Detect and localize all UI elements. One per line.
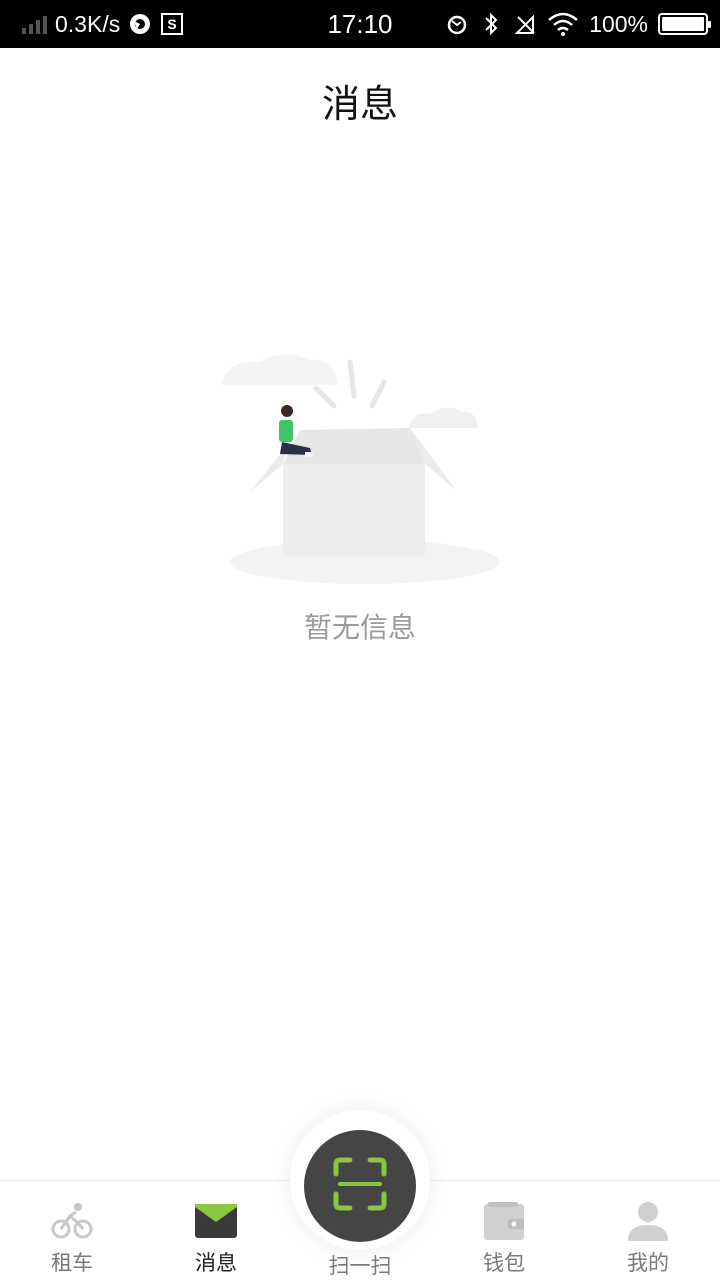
scan-icon (332, 1156, 388, 1216)
battery-icon (658, 13, 708, 35)
tab-label: 钱包 (483, 1247, 525, 1277)
tab-wallet[interactable]: 钱包 (432, 1181, 576, 1281)
bike-icon (50, 1199, 94, 1243)
scan-label: 扫一扫 (329, 1250, 392, 1280)
status-bar: 0.3K/s S 17:10 100% (0, 0, 720, 48)
no-sim-icon (513, 12, 537, 36)
tab-profile[interactable]: 我的 (576, 1181, 720, 1281)
net-speed: 0.3K/s (55, 11, 120, 38)
wallet-icon (482, 1199, 526, 1243)
battery-percent: 100% (589, 11, 648, 38)
tab-label: 消息 (195, 1247, 237, 1277)
signal-icon (22, 14, 47, 34)
empty-state-message: 暂无信息 (0, 606, 720, 646)
tab-messages[interactable]: 消息 (144, 1181, 288, 1281)
scan-tab[interactable]: 扫一扫 (288, 1110, 432, 1280)
tab-rent-bike[interactable]: 租车 (0, 1181, 144, 1281)
alarm-icon (445, 12, 469, 36)
person-icon (626, 1199, 670, 1243)
page-title: 消息 (0, 48, 720, 152)
envelope-icon (194, 1199, 238, 1243)
tab-label: 租车 (51, 1247, 93, 1277)
bluetooth-icon (479, 12, 503, 36)
s-app-icon: S (160, 12, 184, 36)
tab-label: 我的 (627, 1247, 669, 1277)
browser-icon (128, 12, 152, 36)
empty-box-illustration (210, 340, 510, 600)
scan-button[interactable] (304, 1130, 416, 1242)
wifi-icon (547, 12, 579, 36)
svg-text:S: S (168, 16, 177, 32)
